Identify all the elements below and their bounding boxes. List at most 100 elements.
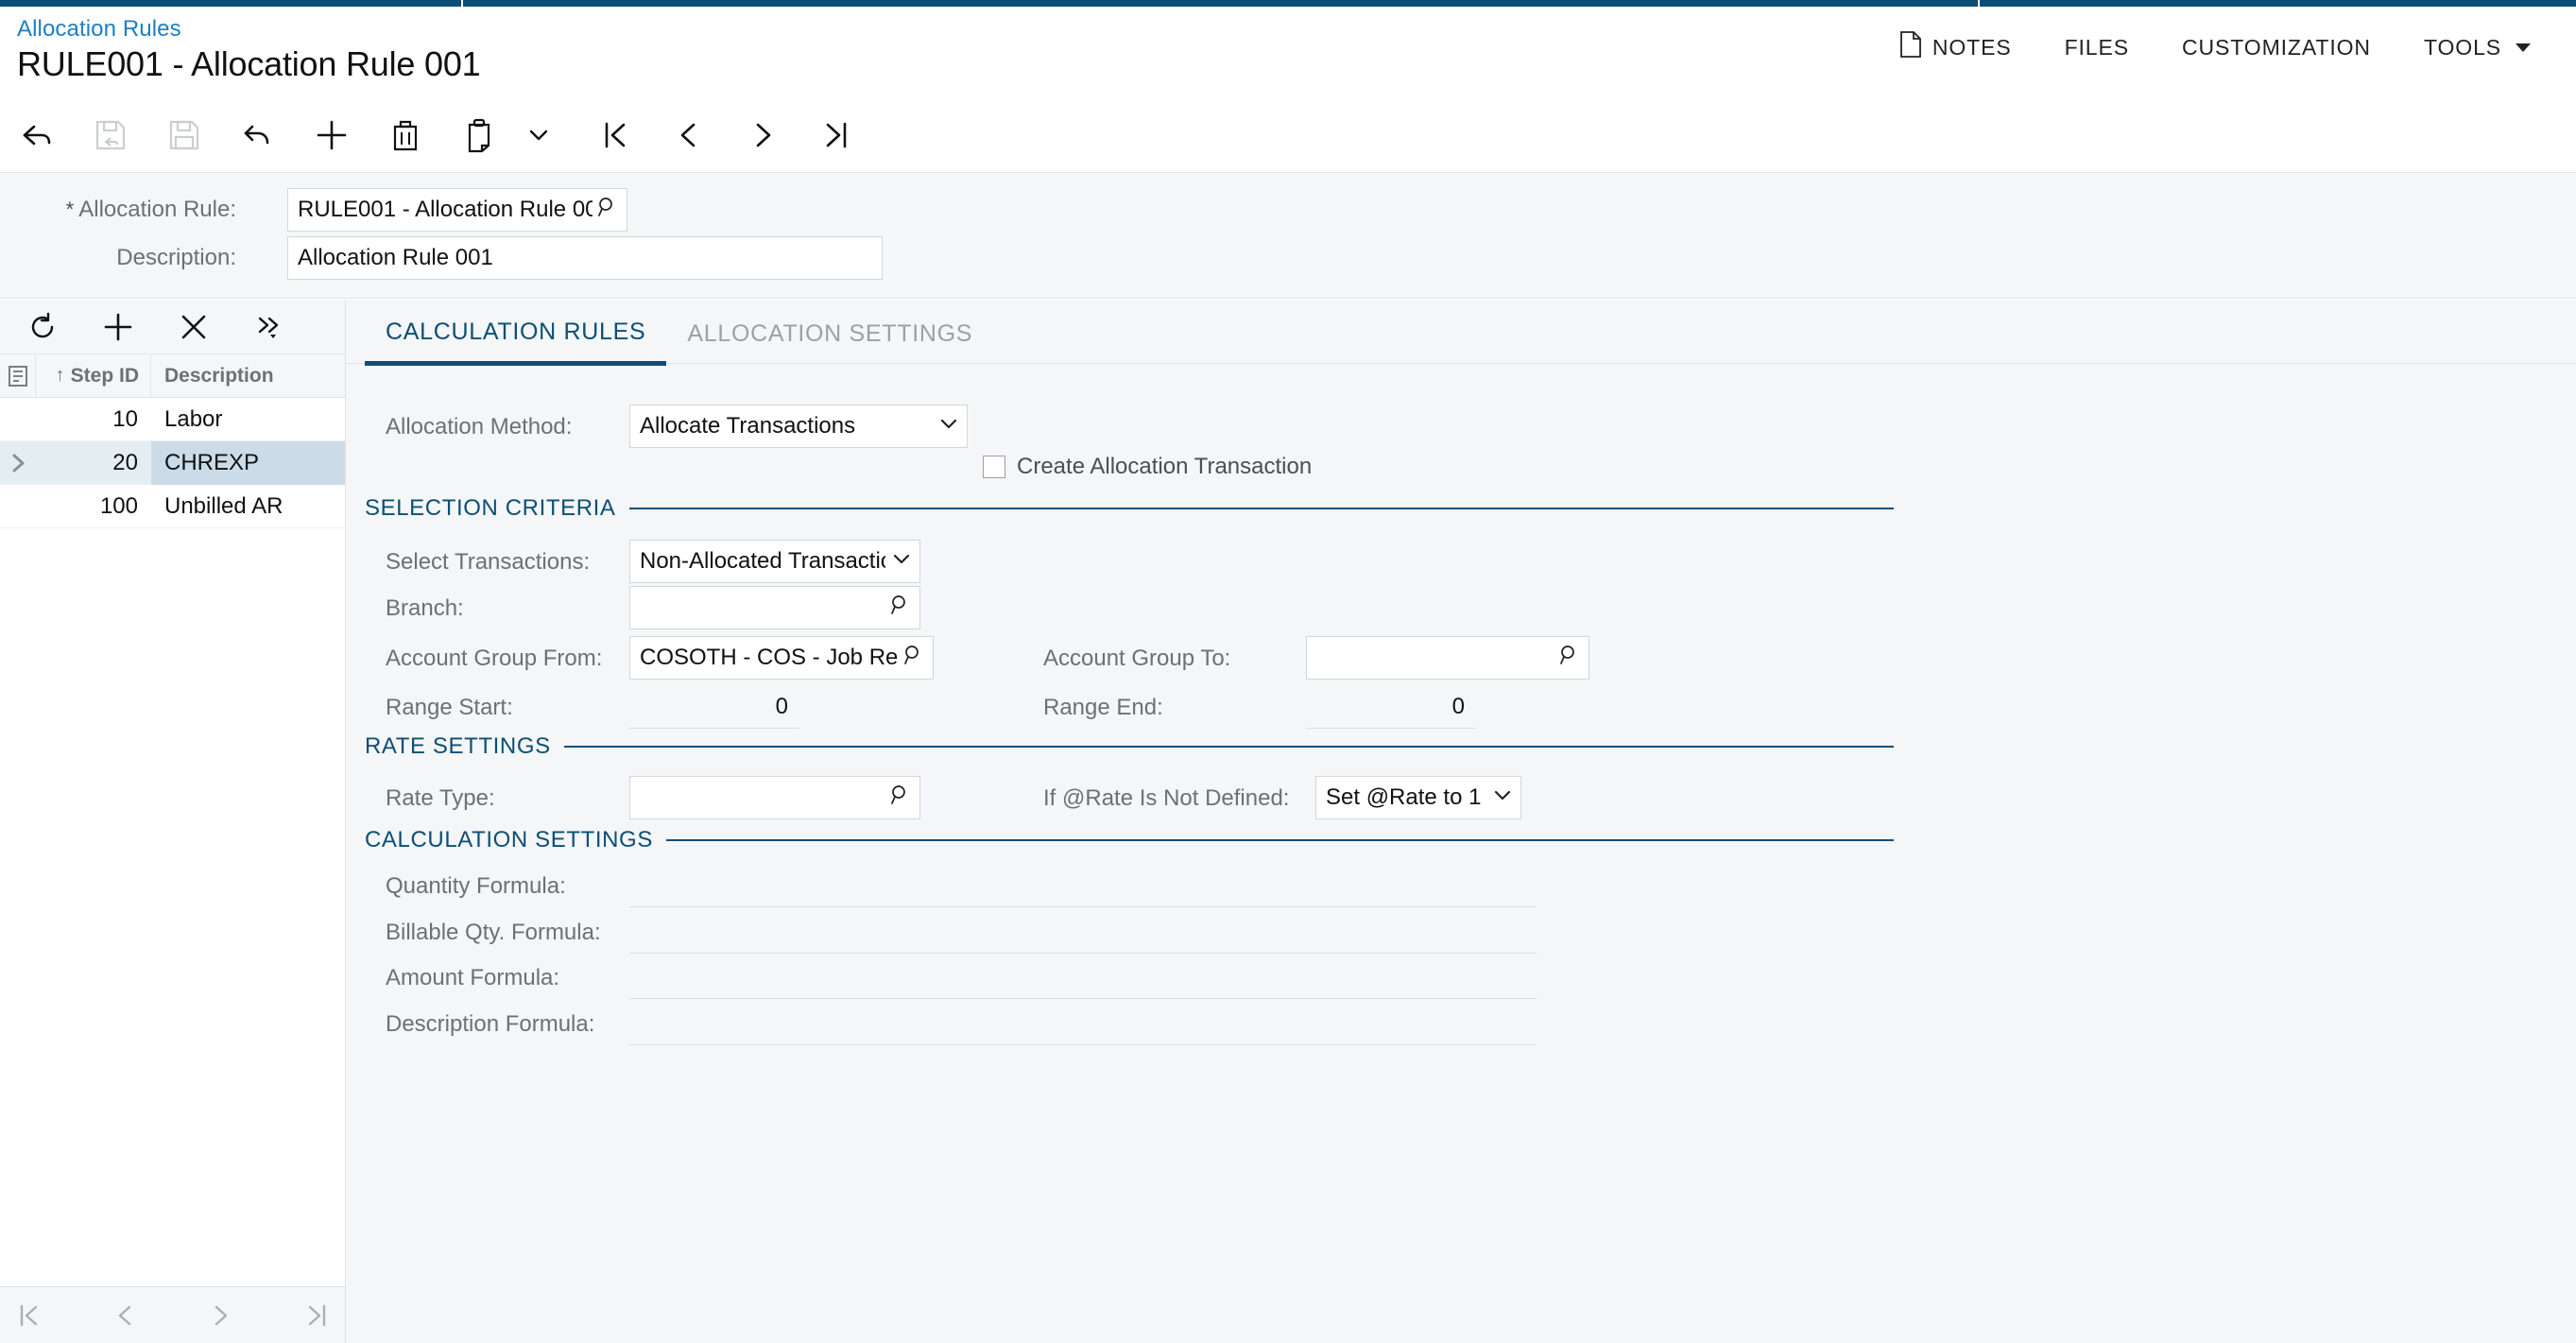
- cell-step-id[interactable]: 100: [36, 493, 151, 520]
- account-group-from-value: COSOTH - COS - Job Related: [640, 645, 899, 670]
- search-icon[interactable]: [889, 783, 912, 813]
- undo-button[interactable]: [221, 107, 295, 164]
- chevron-down-icon: [1492, 784, 1513, 812]
- account-group-from-input[interactable]: COSOTH - COS - Job Related: [629, 636, 934, 680]
- description-input[interactable]: Allocation Rule 001: [287, 236, 883, 280]
- section-divider: [665, 839, 1894, 841]
- table-row[interactable]: 10 Labor: [0, 398, 345, 441]
- notes-menu-item[interactable]: NOTES: [1873, 27, 2038, 67]
- add-new-record-button[interactable]: [295, 107, 369, 164]
- note-page-icon: [1899, 31, 1922, 63]
- cell-description[interactable]: CHREXP: [151, 440, 345, 485]
- create-allocation-transaction-row[interactable]: Create Allocation Transaction: [983, 454, 1312, 480]
- sort-ascending-icon: ↑: [55, 365, 65, 386]
- tab-allocation-settings[interactable]: ALLOCATION SETTINGS: [666, 320, 993, 363]
- cell-description[interactable]: Labor: [151, 398, 345, 441]
- rate-type-input[interactable]: [629, 776, 920, 819]
- detail-content-area: CALCULATION RULES ALLOCATION SETTINGS Al…: [346, 300, 2576, 1343]
- cell-description[interactable]: Unbilled AR: [151, 485, 345, 528]
- last-record-button[interactable]: [799, 107, 873, 164]
- grid-next-page-button[interactable]: [200, 1295, 242, 1336]
- delete-row-button[interactable]: [156, 301, 232, 353]
- delete-button[interactable]: [369, 107, 442, 164]
- chevron-down-icon: [938, 413, 959, 440]
- tools-menu-label: TOOLS: [2423, 34, 2501, 60]
- required-marker: *: [65, 198, 75, 221]
- grid-last-page-button[interactable]: [297, 1295, 338, 1336]
- files-menu-item[interactable]: FILES: [2038, 31, 2155, 64]
- page-title: RULE001 - Allocation Rule 001: [17, 44, 481, 83]
- search-icon[interactable]: [1558, 644, 1581, 673]
- account-group-to-input[interactable]: [1306, 636, 1589, 680]
- refresh-button[interactable]: [5, 301, 80, 353]
- search-icon[interactable]: [902, 644, 925, 673]
- section-header-selection-criteria-label: SELECTION CRITERIA: [365, 495, 616, 521]
- description-formula-input[interactable]: [629, 1002, 1537, 1045]
- create-allocation-transaction-checkbox[interactable]: [983, 456, 1005, 478]
- files-menu-label: FILES: [2064, 34, 2129, 60]
- branch-label: Branch:: [386, 595, 464, 621]
- if-rate-not-defined-select[interactable]: Set @Rate to 1: [1315, 776, 1521, 819]
- quantity-formula-label: Quantity Formula:: [386, 873, 566, 899]
- quantity-formula-input[interactable]: [629, 864, 1537, 907]
- add-row-button[interactable]: [80, 301, 156, 353]
- cell-step-id[interactable]: 10: [36, 406, 151, 433]
- customization-menu-item[interactable]: CUSTOMIZATION: [2155, 31, 2397, 64]
- grid-previous-page-button[interactable]: [104, 1295, 146, 1336]
- range-end-label: Range End:: [1043, 695, 1163, 720]
- if-rate-not-defined-value: Set @Rate to 1: [1326, 784, 1482, 810]
- allocation-method-label: Allocation Method:: [386, 414, 573, 439]
- allocation-method-select[interactable]: Allocate Transactions: [629, 405, 968, 448]
- steps-grid-panel: ↑ Step ID Description 10 Labor 20 CHREXP…: [0, 300, 346, 1343]
- back-button[interactable]: [0, 107, 74, 164]
- search-icon[interactable]: [889, 594, 912, 623]
- section-header-calculation-settings: CALCULATION SETTINGS: [365, 827, 1894, 853]
- description-formula-label: Description Formula:: [386, 1011, 595, 1037]
- table-row[interactable]: 100 Unbilled AR: [0, 485, 345, 528]
- range-start-label: Range Start:: [386, 695, 513, 720]
- section-header-rate-settings: RATE SETTINGS: [365, 733, 1894, 760]
- grid-settings-icon[interactable]: [0, 353, 36, 398]
- range-end-input[interactable]: 0: [1306, 685, 1476, 729]
- section-header-calculation-settings-label: CALCULATION SETTINGS: [365, 827, 653, 852]
- column-header-step-id-label: Step ID: [70, 364, 139, 387]
- section-header-rate-settings-label: RATE SETTINGS: [365, 733, 551, 759]
- allocation-rule-label: * Allocation Rule:: [65, 197, 236, 222]
- copy-paste-button[interactable]: [442, 107, 516, 164]
- table-row[interactable]: 20 CHREXP: [0, 440, 345, 485]
- save-button[interactable]: [147, 107, 221, 164]
- range-start-input[interactable]: 0: [629, 685, 799, 729]
- first-record-button[interactable]: [578, 107, 652, 164]
- grid-header-row: ↑ Step ID Description: [0, 353, 345, 398]
- top-accent-bar: [0, 0, 2576, 7]
- allocation-rule-field-row: * Allocation Rule: RULE001 - Allocation R…: [38, 188, 627, 232]
- breadcrumb[interactable]: Allocation Rules: [17, 16, 181, 43]
- search-icon[interactable]: [596, 196, 619, 225]
- amount-formula-input[interactable]: [629, 956, 1537, 999]
- copy-paste-dropdown-button[interactable]: [516, 107, 561, 164]
- grid-first-page-button[interactable]: [8, 1295, 49, 1336]
- grid-body: 10 Labor 20 CHREXP 100 Unbilled AR: [0, 398, 345, 528]
- tab-calculation-rules[interactable]: CALCULATION RULES: [365, 319, 667, 366]
- cell-step-id[interactable]: 20: [36, 450, 151, 476]
- select-transactions-select[interactable]: Non-Allocated Transactions: [629, 540, 920, 583]
- column-header-step-id[interactable]: ↑ Step ID: [36, 353, 151, 398]
- tools-menu-item[interactable]: TOOLS: [2397, 31, 2557, 64]
- column-header-description[interactable]: Description: [151, 354, 345, 398]
- section-divider: [628, 508, 1894, 509]
- section-divider: [563, 746, 1894, 748]
- allocation-rule-input[interactable]: RULE001 - Allocation Rule 00: [287, 188, 627, 232]
- more-actions-button[interactable]: [232, 301, 307, 353]
- header-menu: NOTES FILES CUSTOMIZATION TOOLS: [1873, 27, 2557, 67]
- tab-bar: CALCULATION RULES ALLOCATION SETTINGS: [346, 300, 2576, 366]
- billable-qty-formula-input[interactable]: [629, 910, 1537, 954]
- summary-form-area: * Allocation Rule: RULE001 - Allocation R…: [0, 172, 2576, 299]
- save-and-close-button[interactable]: [74, 107, 147, 164]
- allocation-method-value: Allocate Transactions: [640, 413, 856, 439]
- account-group-to-label: Account Group To:: [1043, 646, 1231, 671]
- amount-formula-label: Amount Formula:: [386, 965, 560, 990]
- branch-input[interactable]: [629, 586, 920, 629]
- range-start-value: 0: [775, 693, 788, 719]
- previous-record-button[interactable]: [652, 107, 726, 164]
- next-record-button[interactable]: [726, 107, 799, 164]
